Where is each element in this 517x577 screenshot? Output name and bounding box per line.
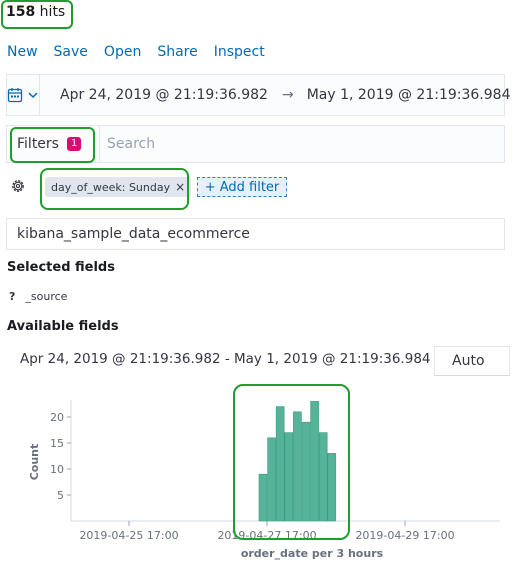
share-link[interactable]: Share [157,44,197,60]
y-axis-label: Count [28,444,41,481]
chevron-down-icon [28,92,38,99]
save-link[interactable]: Save [54,44,88,60]
selected-fields-heading: Selected fields [7,260,115,275]
field-name: _source [25,290,68,303]
x-axis-label: order_date per 3 hours [241,547,384,560]
add-filter-button[interactable]: + Add filter [197,177,287,197]
quick-menu-button[interactable] [7,75,40,115]
index-pattern-selector[interactable]: kibana_sample_data_ecommerce [6,218,505,250]
gear-icon[interactable] [10,178,26,194]
highlight-box-filter-pill [40,168,189,210]
y-tick-label: 20 [50,411,64,424]
interval-select[interactable]: Auto [434,346,510,376]
highlight-box-hits [1,0,73,29]
highlight-box-filters [10,127,95,163]
date-picker: Apr 24, 2019 @ 21:19:36.982 → May 1, 201… [6,74,510,116]
open-link[interactable]: Open [104,44,141,60]
new-link[interactable]: New [7,44,38,60]
x-tick-label: 2019-04-25 17:00 [79,529,178,542]
end-date[interactable]: May 1, 2019 @ 21:19:36.984 [307,87,511,103]
calendar-icon [7,88,23,103]
highlight-box-bars [233,384,350,540]
inspect-link[interactable]: Inspect [214,44,265,60]
y-tick-label: 5 [57,489,64,502]
available-fields-heading: Available fields [7,319,119,334]
y-tick-label: 10 [50,463,64,476]
top-nav: New Save Open Share Inspect [7,44,265,60]
search-input[interactable] [107,136,487,152]
x-tick-label: 2019-04-29 17:00 [355,529,454,542]
y-tick-label: 15 [50,437,64,450]
field-source[interactable]: ? _source [9,290,67,303]
start-date[interactable]: Apr 24, 2019 @ 21:19:36.982 [60,87,268,103]
arrow-right-icon: → [281,87,294,103]
field-type-icon: ? [9,290,16,303]
histogram-time-range: Apr 24, 2019 @ 21:19:36.982 - May 1, 201… [20,351,449,367]
